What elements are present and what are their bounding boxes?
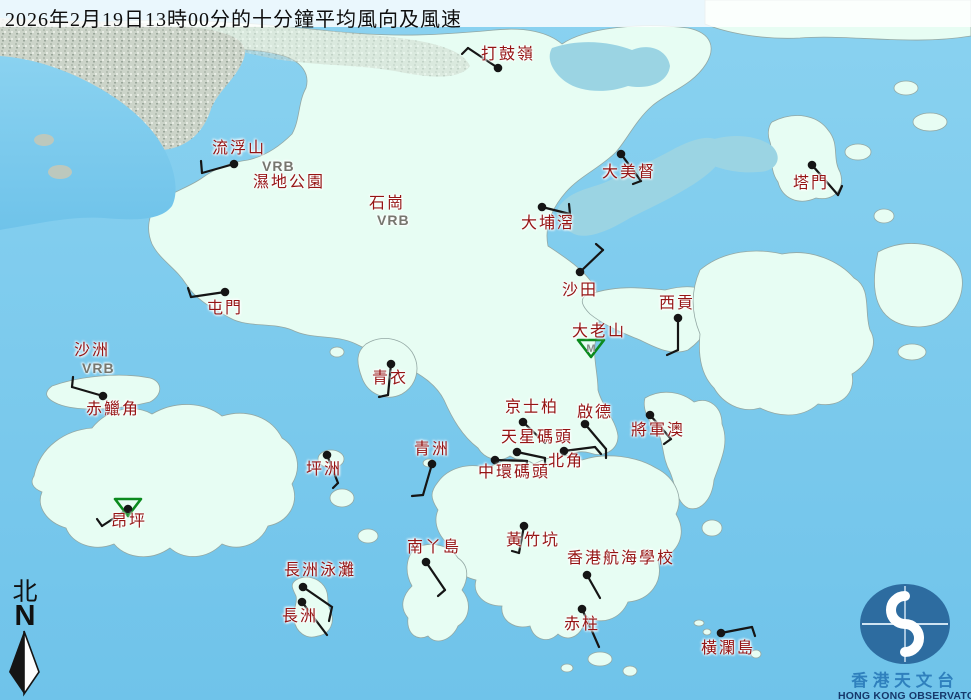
station-label: 將軍澳 bbox=[631, 423, 685, 439]
wind-barb bbox=[838, 186, 842, 195]
station-dot bbox=[494, 64, 503, 73]
wind-barb bbox=[202, 164, 234, 173]
station-dot bbox=[717, 629, 726, 638]
wind-barb bbox=[580, 250, 603, 272]
station-label: 青衣 bbox=[372, 371, 408, 387]
wind-barb bbox=[379, 395, 388, 397]
station-label: 濕地公園 bbox=[253, 175, 325, 191]
vrb-indicator: VRB bbox=[82, 361, 115, 375]
station-label: 沙洲 bbox=[74, 343, 110, 359]
station-label: 橫瀾島 bbox=[701, 641, 755, 657]
station-dot bbox=[674, 314, 683, 323]
station-dot bbox=[513, 448, 522, 457]
station-label: 京士柏 bbox=[505, 400, 559, 416]
wind-barb bbox=[423, 464, 432, 495]
station-label: 南丫島 bbox=[407, 540, 461, 556]
vrb-indicator: VRB bbox=[377, 213, 410, 227]
station-label: 大埔滘 bbox=[521, 216, 575, 232]
station-dot bbox=[576, 268, 585, 277]
station-dot bbox=[646, 411, 655, 420]
station-dot bbox=[520, 522, 529, 531]
station-label: 塔門 bbox=[793, 176, 829, 192]
wind-barb bbox=[721, 627, 752, 633]
missing-data-marker: M bbox=[586, 343, 595, 355]
station-dot bbox=[808, 161, 817, 170]
wind-barb bbox=[495, 460, 527, 461]
station-dot bbox=[221, 288, 230, 297]
hko-name-chinese: 香港天文台 bbox=[838, 673, 971, 690]
station-label: 啟德 bbox=[577, 405, 613, 421]
wind-barb bbox=[585, 424, 606, 449]
station-dot bbox=[298, 598, 307, 607]
station-label: 黃竹坑 bbox=[506, 533, 560, 549]
station-label: 長洲 bbox=[282, 609, 318, 625]
station-dot bbox=[230, 160, 239, 169]
hko-logo-icon bbox=[838, 582, 971, 666]
station-dot bbox=[124, 505, 133, 514]
wind-barb bbox=[412, 495, 423, 496]
wind-barb bbox=[188, 288, 191, 297]
station-dot bbox=[519, 418, 528, 427]
wind-barb bbox=[72, 377, 73, 387]
station-label: 昂坪 bbox=[111, 514, 147, 530]
wind-barb bbox=[438, 590, 445, 596]
station-dot bbox=[323, 451, 332, 460]
station-label: 坪洲 bbox=[306, 462, 342, 478]
station-dot bbox=[422, 558, 431, 567]
station-label: 香港航海學校 bbox=[567, 551, 675, 567]
stations-layer: M bbox=[0, 0, 971, 700]
station-label: 天星碼頭 bbox=[501, 430, 573, 446]
hko-name-english: HONG KONG OBSERVATORY bbox=[838, 690, 971, 700]
north-arrow-icon bbox=[4, 629, 46, 697]
station-dot bbox=[583, 571, 592, 580]
station-dot bbox=[299, 583, 308, 592]
station-dot bbox=[491, 456, 500, 465]
station-label: 流浮山 bbox=[212, 141, 266, 157]
hko-logo: 香港天文台 HONG KONG OBSERVATORY bbox=[838, 582, 971, 700]
wind-barb bbox=[201, 161, 202, 173]
vrb-indicator: VRB bbox=[262, 159, 295, 173]
station-label: 打鼓嶺 bbox=[481, 47, 535, 63]
wind-barb bbox=[667, 350, 678, 355]
station-dot bbox=[387, 360, 396, 369]
station-dot bbox=[617, 150, 626, 159]
station-label: 北角 bbox=[548, 454, 584, 470]
wind-barb bbox=[542, 207, 570, 214]
station-dot bbox=[99, 392, 108, 401]
station-label: 沙田 bbox=[562, 283, 598, 299]
wind-barb bbox=[596, 244, 603, 250]
station-dot bbox=[578, 605, 587, 614]
station-dot bbox=[428, 460, 437, 469]
north-compass: 北 N bbox=[4, 580, 46, 700]
station-label: 屯門 bbox=[207, 301, 243, 317]
wind-barb bbox=[462, 48, 468, 54]
station-label: 赤鱲角 bbox=[86, 402, 140, 418]
wind-barb bbox=[564, 447, 595, 451]
station-dot bbox=[538, 203, 547, 212]
station-label: 中環碼頭 bbox=[478, 465, 550, 481]
wind-barb bbox=[595, 447, 601, 454]
wind-barb bbox=[633, 181, 641, 184]
station-label: 赤柱 bbox=[564, 617, 600, 633]
station-label: 大美督 bbox=[602, 165, 656, 181]
station-label: 青洲 bbox=[414, 442, 450, 458]
wind-barb bbox=[512, 551, 519, 553]
wind-barb bbox=[664, 439, 671, 444]
wind-map-screen: M 打鼓嶺流浮山濕地公園VRB石崗VRB大美督塔門大埔滘沙田西貢大老山屯門沙洲V… bbox=[0, 0, 971, 700]
station-label: 長洲泳灘 bbox=[284, 563, 356, 579]
map-title: 2026年2月19日13時00分的十分鐘平均風向及風速 bbox=[5, 3, 462, 32]
wind-barb bbox=[569, 204, 570, 214]
wind-barb bbox=[333, 483, 338, 488]
wind-barb bbox=[72, 387, 103, 396]
wind-barb bbox=[191, 292, 225, 297]
station-label: 大老山 bbox=[572, 324, 626, 340]
station-label: 西貢 bbox=[659, 296, 695, 312]
wind-barb bbox=[752, 627, 755, 636]
wind-barb bbox=[426, 562, 445, 590]
wind-barb bbox=[97, 519, 102, 526]
station-label: 石崗 bbox=[369, 196, 405, 212]
north-letter-label: N bbox=[4, 603, 46, 629]
